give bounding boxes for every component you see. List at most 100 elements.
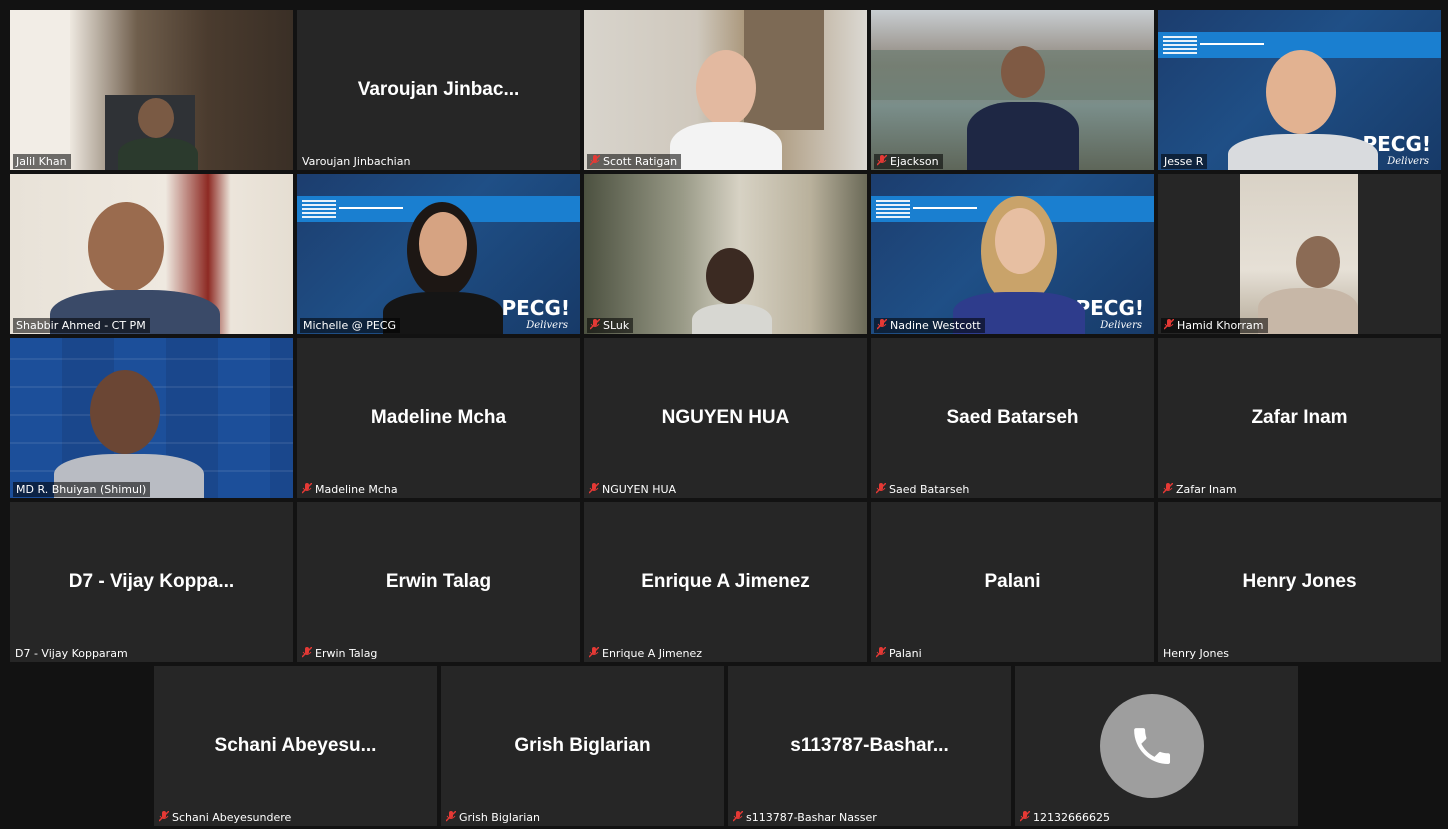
muted-mic-icon xyxy=(1020,811,1030,822)
participant-display-name: Zafar Inam xyxy=(1251,407,1348,428)
participant-name-label: D7 - Vijay Kopparam xyxy=(15,647,128,660)
pecg-wordmark: PECG! xyxy=(1075,296,1144,320)
participant-display-name: NGUYEN HUA xyxy=(661,407,790,428)
participant-tile-nadine-westcott[interactable]: PECG! Delivers Nadine Westcott xyxy=(871,174,1154,334)
participant-name-label: Jesse R xyxy=(1161,154,1208,169)
participant-display-name: Erwin Talag xyxy=(385,571,492,592)
muted-mic-icon xyxy=(877,319,887,330)
participant-display-name: Enrique A Jimenez xyxy=(641,571,810,592)
participant-tile-varoujan[interactable]: Varoujan Jinbac... Varoujan Jinbachian xyxy=(297,10,580,170)
pecg-tagline: Delivers xyxy=(1387,156,1429,167)
muted-mic-icon xyxy=(876,483,886,494)
muted-mic-icon xyxy=(733,811,743,822)
participant-name-label: Varoujan Jinbachian xyxy=(302,155,411,168)
muted-mic-icon xyxy=(590,319,600,330)
participant-name-label: Hamid Khorram xyxy=(1161,318,1268,333)
participant-name-label: Zafar Inam xyxy=(1163,483,1237,496)
pecg-banner-line xyxy=(913,207,977,209)
participant-tile-scott-ratigan[interactable]: Scott Ratigan xyxy=(584,10,867,170)
participant-name-label: s113787-Bashar Nasser xyxy=(733,811,877,824)
pecg-banner-line xyxy=(339,207,403,209)
participant-tile-erwin-talag[interactable]: Erwin Talag Erwin Talag xyxy=(297,502,580,662)
participant-name-label: Ejackson xyxy=(874,154,943,169)
participant-display-name: Varoujan Jinbac... xyxy=(357,79,520,100)
participant-name-label: NGUYEN HUA xyxy=(589,483,676,496)
participant-tile-jalil-khan[interactable]: Jalil Khan xyxy=(10,10,293,170)
participant-display-name: Grish Biglarian xyxy=(514,735,651,756)
participant-display-name: Schani Abeyesu... xyxy=(214,735,377,756)
participant-tile-madeline-mcha[interactable]: Madeline Mcha Madeline Mcha xyxy=(297,338,580,498)
participant-display-name: Palani xyxy=(984,571,1041,592)
participant-video xyxy=(584,174,867,334)
participant-name-label: Saed Batarseh xyxy=(876,483,969,496)
participant-tile-palani[interactable]: Palani Palani xyxy=(871,502,1154,662)
pecg-tagline: Delivers xyxy=(1100,320,1142,331)
participant-video xyxy=(10,338,293,498)
participant-name-label: Schani Abeyesundere xyxy=(159,811,291,824)
phone-avatar xyxy=(1100,694,1204,798)
participant-tile-hamid-khorram[interactable]: Hamid Khorram xyxy=(1158,174,1441,334)
muted-mic-icon xyxy=(1164,319,1174,330)
participant-video: PECG! Delivers xyxy=(1158,10,1441,170)
participant-video xyxy=(10,174,293,334)
muted-mic-icon xyxy=(159,811,169,822)
participant-video: PECG! Delivers xyxy=(297,174,580,334)
muted-mic-icon xyxy=(589,647,599,658)
participant-tile-schani-abeyesundere[interactable]: Schani Abeyesu... Schani Abeyesundere xyxy=(154,666,437,826)
participant-display-name: s113787-Bashar... xyxy=(790,735,949,756)
participant-name-label: Palani xyxy=(876,647,922,660)
muted-mic-icon xyxy=(589,483,599,494)
participant-tile-bashar-nasser[interactable]: s113787-Bashar... s113787-Bashar Nasser xyxy=(728,666,1011,826)
participant-tile-nguyen-hua[interactable]: NGUYEN HUA NGUYEN HUA xyxy=(584,338,867,498)
participant-name-label: SLuk xyxy=(587,318,634,333)
participant-tile-grish-biglarian[interactable]: Grish Biglarian Grish Biglarian xyxy=(441,666,724,826)
pecg-wordmark: PECG! xyxy=(501,296,570,320)
participant-name-label: Michelle @ PECG xyxy=(300,318,400,333)
participant-name-label: Shabbir Ahmed - CT PM xyxy=(13,318,150,333)
participant-tile-michelle[interactable]: PECG! Delivers Michelle @ PECG xyxy=(297,174,580,334)
participant-display-name: Henry Jones xyxy=(1242,571,1357,592)
participant-video xyxy=(871,10,1154,170)
muted-mic-icon xyxy=(876,647,886,658)
muted-mic-icon xyxy=(446,811,456,822)
participant-name-label: Erwin Talag xyxy=(302,647,377,660)
participant-name-label: Nadine Westcott xyxy=(874,318,985,333)
participant-tile-jesse-r[interactable]: PECG! Delivers Jesse R xyxy=(1158,10,1441,170)
participant-name-label: Scott Ratigan xyxy=(587,154,682,169)
participant-display-name: D7 - Vijay Koppa... xyxy=(68,571,235,592)
participant-name-label: Grish Biglarian xyxy=(446,811,540,824)
participant-tile-phone-caller[interactable]: 12132666625 xyxy=(1015,666,1298,826)
participant-name-label: 12132666625 xyxy=(1020,811,1110,824)
participant-tile-vijay-kopparam[interactable]: D7 - Vijay Koppa... D7 - Vijay Kopparam xyxy=(10,502,293,662)
participant-tile-henry-jones[interactable]: Henry Jones Henry Jones xyxy=(1158,502,1441,662)
pecg-logo-icon xyxy=(302,200,336,218)
participant-name-label: MD R. Bhuiyan (Shimul) xyxy=(13,482,151,497)
participant-video xyxy=(1240,174,1358,334)
participant-tile-enrique-jimenez[interactable]: Enrique A Jimenez Enrique A Jimenez xyxy=(584,502,867,662)
participant-display-name: Saed Batarseh xyxy=(946,407,1079,428)
participant-video xyxy=(10,10,293,170)
participant-tile-sluk[interactable]: SLuk xyxy=(584,174,867,334)
participant-tile-ejackson[interactable]: Ejackson xyxy=(871,10,1154,170)
participant-video xyxy=(584,10,867,170)
participant-name-label: Jalil Khan xyxy=(13,154,71,169)
pecg-banner-line xyxy=(1200,43,1264,45)
muted-mic-icon xyxy=(302,483,312,494)
participant-video: PECG! Delivers xyxy=(871,174,1154,334)
participant-display-name: Madeline Mcha xyxy=(370,407,507,428)
pecg-tagline: Delivers xyxy=(526,320,568,331)
muted-mic-icon xyxy=(1163,483,1173,494)
muted-mic-icon xyxy=(590,155,600,166)
pecg-logo-icon xyxy=(1163,36,1197,54)
muted-mic-icon xyxy=(302,647,312,658)
muted-mic-icon xyxy=(877,155,887,166)
participant-name-label: Enrique A Jimenez xyxy=(589,647,702,660)
participant-tile-zafar-inam[interactable]: Zafar Inam Zafar Inam xyxy=(1158,338,1441,498)
participant-tile-md-bhuiyan[interactable]: MD R. Bhuiyan (Shimul) xyxy=(10,338,293,498)
phone-icon xyxy=(1134,728,1171,765)
pecg-logo-icon xyxy=(876,200,910,218)
participant-tile-shabbir-ahmed[interactable]: Shabbir Ahmed - CT PM xyxy=(10,174,293,334)
participant-tile-saed-batarseh[interactable]: Saed Batarseh Saed Batarseh xyxy=(871,338,1154,498)
participant-name-label: Henry Jones xyxy=(1163,647,1229,660)
participant-name-label: Madeline Mcha xyxy=(302,483,398,496)
